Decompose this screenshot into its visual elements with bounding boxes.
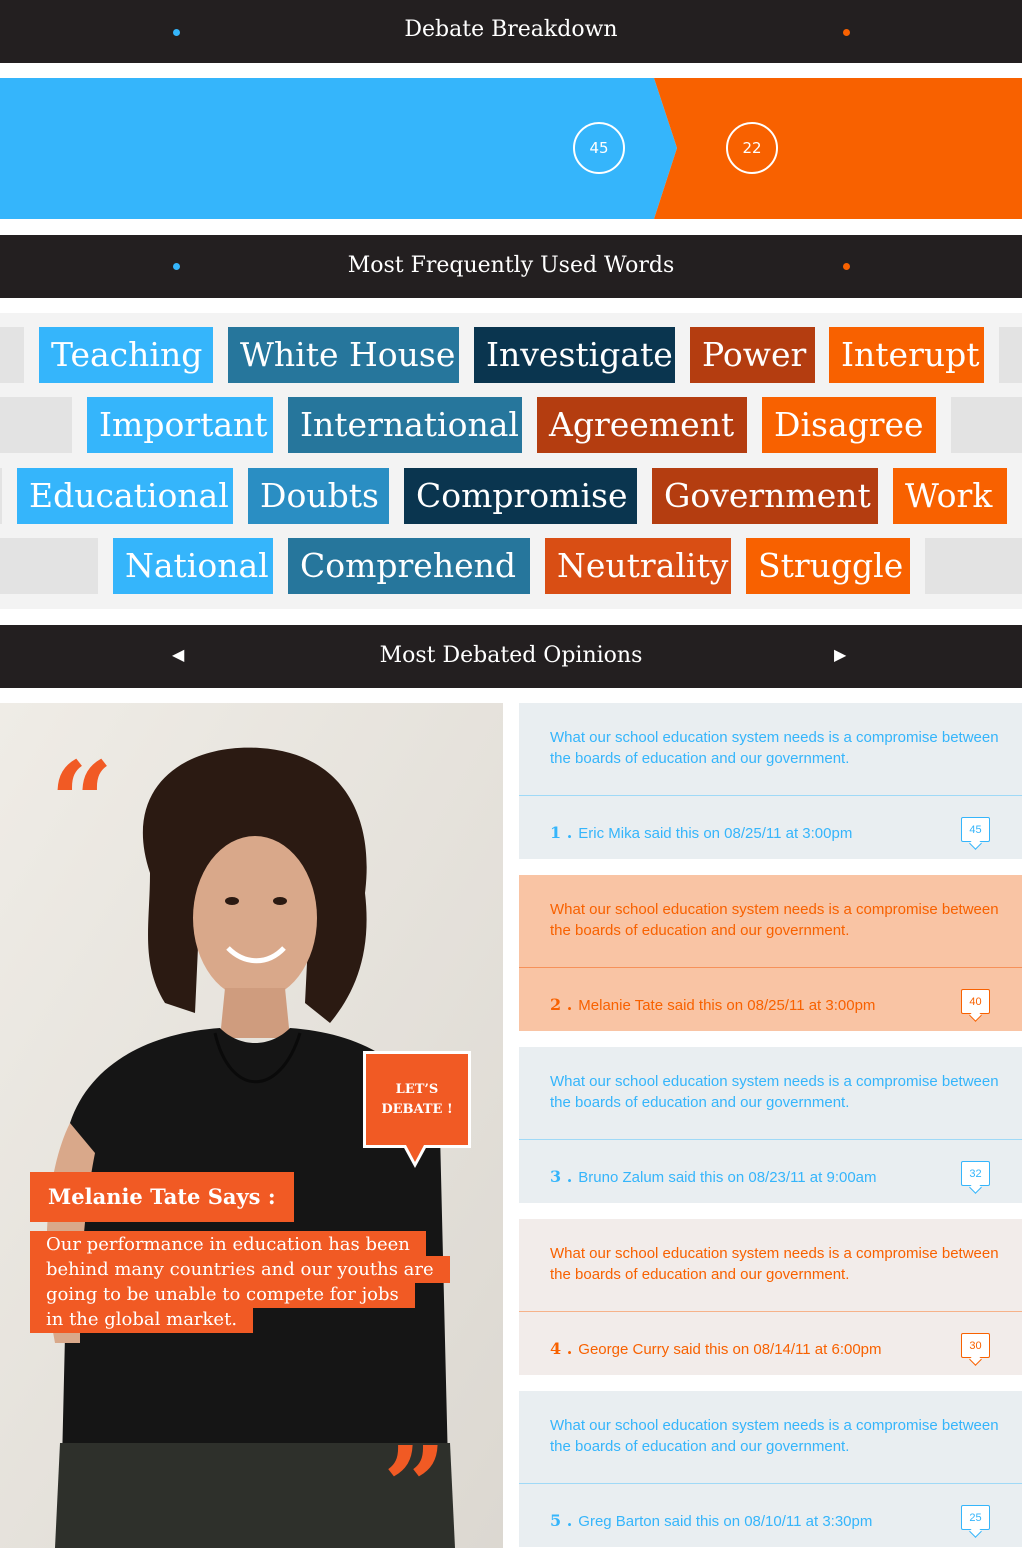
row-filler bbox=[925, 538, 1022, 594]
comment-count-icon[interactable]: 40 bbox=[961, 989, 990, 1014]
row-filler bbox=[0, 468, 2, 524]
word-tile-comprehend[interactable]: Comprehend bbox=[288, 538, 530, 594]
row-filler bbox=[0, 327, 24, 383]
word-tile-disagree[interactable]: Disagree bbox=[762, 397, 936, 453]
word-row: Teaching White House Investigate Power I… bbox=[0, 327, 1022, 383]
opinion-card[interactable]: What our school education system needs i… bbox=[519, 1391, 1022, 1547]
row-filler bbox=[0, 397, 72, 453]
debate-breakdown-header: Debate Breakdown bbox=[0, 0, 1022, 63]
comment-count-icon[interactable]: 45 bbox=[961, 817, 990, 842]
word-tile-national[interactable]: National bbox=[113, 538, 273, 594]
section-title: Debate Breakdown bbox=[404, 17, 618, 42]
word-tile-interupt[interactable]: Interupt bbox=[829, 327, 984, 383]
section-title: Most Frequently Used Words bbox=[347, 253, 675, 278]
word-tile-investigate[interactable]: Investigate bbox=[474, 327, 675, 383]
word-tile-important[interactable]: Important bbox=[87, 397, 273, 453]
opinion-text: What our school education system needs i… bbox=[550, 729, 999, 767]
word-tile-power[interactable]: Power bbox=[690, 327, 815, 383]
close-quote-icon: ” bbox=[383, 1422, 447, 1551]
quote-line: going to be unable to compete for jobs bbox=[30, 1281, 415, 1308]
word-tile-doubts[interactable]: Doubts bbox=[248, 468, 389, 524]
word-row: Educational Doubts Compromise Government… bbox=[0, 468, 1022, 524]
word-tile-compromise[interactable]: Compromise bbox=[404, 468, 637, 524]
speaker-quote: Our performance in education has been be… bbox=[30, 1231, 475, 1333]
divider bbox=[519, 1483, 1022, 1484]
speech-line: DEBATE ! bbox=[381, 1101, 453, 1117]
quote-line: Our performance in education has been bbox=[30, 1231, 426, 1258]
opinion-card[interactable]: What our school education system needs i… bbox=[519, 1219, 1022, 1375]
divider bbox=[519, 795, 1022, 796]
divider bbox=[519, 1139, 1022, 1140]
lets-debate-button[interactable]: LET’S DEBATE ! bbox=[363, 1051, 471, 1148]
comment-count-icon[interactable]: 25 bbox=[961, 1505, 990, 1530]
orange-dot-icon bbox=[843, 29, 850, 36]
opinion-rank: 5 . bbox=[550, 1511, 573, 1530]
orange-dot-icon bbox=[843, 263, 850, 270]
opinion-author-line: Eric Mika said this on 08/25/11 at 3:00p… bbox=[578, 825, 853, 842]
opinion-meta: 4 . George Curry said this on 08/14/11 at… bbox=[550, 1339, 882, 1358]
opinion-rank: 2 . bbox=[550, 995, 573, 1014]
blue-score-badge: 45 bbox=[573, 122, 625, 174]
row-filler bbox=[999, 327, 1022, 383]
opinion-text: What our school education system needs i… bbox=[550, 1073, 999, 1111]
quote-line: behind many countries and our youths are bbox=[30, 1256, 450, 1283]
opinion-text: What our school education system needs i… bbox=[550, 901, 999, 939]
section-title: Most Debated Opinions bbox=[379, 643, 643, 668]
words-header: Most Frequently Used Words bbox=[0, 235, 1022, 298]
orange-score-badge: 22 bbox=[726, 122, 778, 174]
opinion-text: What our school education system needs i… bbox=[550, 1417, 999, 1455]
opinion-card[interactable]: What our school education system needs i… bbox=[519, 703, 1022, 859]
opinion-rank: 3 . bbox=[550, 1167, 573, 1186]
opinion-card[interactable]: What our school education system needs i… bbox=[519, 875, 1022, 1031]
comment-count-icon[interactable]: 32 bbox=[961, 1161, 990, 1186]
word-tile-teaching[interactable]: Teaching bbox=[39, 327, 213, 383]
quote-line: in the global market. bbox=[30, 1306, 254, 1333]
word-tile-neutrality[interactable]: Neutrality bbox=[545, 538, 731, 594]
opinion-meta: 2 . Melanie Tate said this on 08/25/11 at… bbox=[550, 995, 875, 1014]
word-cloud: Teaching White House Investigate Power I… bbox=[0, 313, 1022, 609]
word-tile-educational[interactable]: Educational bbox=[17, 468, 233, 524]
opinion-meta: 1 . Eric Mika said this on 08/25/11 at 3:… bbox=[550, 823, 852, 842]
word-tile-work[interactable]: Work bbox=[893, 468, 1007, 524]
opinion-author-line: Bruno Zalum said this on 08/23/11 at 9:0… bbox=[578, 1169, 877, 1186]
opinions-header: ◀ Most Debated Opinions ▶ bbox=[0, 625, 1022, 688]
word-row: National Comprehend Neutrality Struggle bbox=[0, 538, 1022, 594]
triangle-right-icon[interactable]: ▶ bbox=[834, 645, 846, 664]
row-filler bbox=[0, 538, 98, 594]
opinion-author-line: Greg Barton said this on 08/10/11 at 3:3… bbox=[578, 1513, 873, 1530]
score-split-graphic bbox=[0, 78, 1022, 219]
opinion-text: What our school education system needs i… bbox=[550, 1245, 999, 1283]
word-tile-agreement[interactable]: Agreement bbox=[537, 397, 747, 453]
open-quote-icon: “ bbox=[50, 737, 114, 866]
debate-score-bar: 45 22 bbox=[0, 78, 1022, 219]
opinion-card[interactable]: What our school education system needs i… bbox=[519, 1047, 1022, 1203]
opinion-meta: 5 . Greg Barton said this on 08/10/11 at … bbox=[550, 1511, 872, 1530]
word-tile-struggle[interactable]: Struggle bbox=[746, 538, 910, 594]
opinion-author-line: George Curry said this on 08/14/11 at 6:… bbox=[578, 1341, 882, 1358]
opinion-rank: 4 . bbox=[550, 1339, 573, 1358]
word-tile-international[interactable]: International bbox=[288, 397, 522, 453]
orange-side-segment bbox=[654, 78, 1022, 219]
word-tile-government[interactable]: Government bbox=[652, 468, 878, 524]
speech-tail bbox=[406, 1145, 424, 1162]
word-tile-white-house[interactable]: White House bbox=[228, 327, 459, 383]
speech-line: LET’S bbox=[395, 1081, 439, 1097]
comment-count-icon[interactable]: 30 bbox=[961, 1333, 990, 1358]
opinion-author-line: Melanie Tate said this on 08/25/11 at 3:… bbox=[578, 997, 876, 1014]
row-filler bbox=[951, 397, 1022, 453]
opinion-meta: 3 . Bruno Zalum said this on 08/23/11 at … bbox=[550, 1167, 877, 1186]
divider bbox=[519, 967, 1022, 968]
divider bbox=[519, 1311, 1022, 1312]
word-row: Important International Agreement Disagr… bbox=[0, 397, 1022, 453]
opinion-rank: 1 . bbox=[550, 823, 573, 842]
speaker-name-label: Melanie Tate Says : bbox=[30, 1172, 294, 1222]
